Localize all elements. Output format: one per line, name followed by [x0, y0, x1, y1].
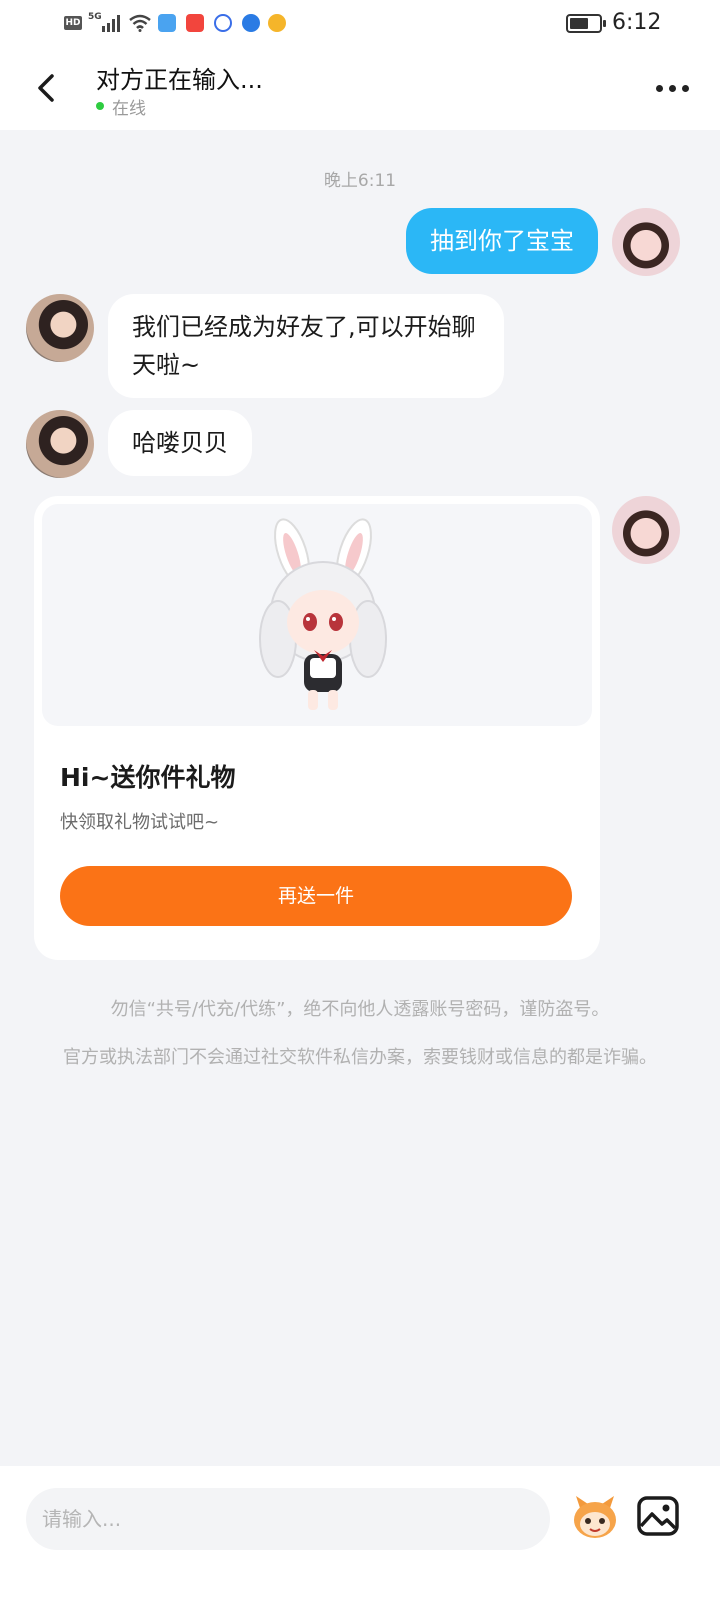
incoming-message-bubble[interactable]: 我们已经成为好友了,可以开始聊天啦~ [108, 294, 504, 398]
wifi-icon [129, 14, 151, 32]
message-text: 哈喽贝贝 [132, 429, 228, 457]
image-icon[interactable] [636, 1494, 680, 1538]
chat-header: 对方正在输入... 在线 [0, 50, 720, 130]
gift-character-illustration [259, 518, 387, 710]
message-text: 我们已经成为好友了,可以开始聊天啦~ [132, 313, 476, 379]
browser-app-icon [242, 14, 260, 32]
outgoing-message-bubble[interactable]: 抽到你了宝宝 [406, 208, 598, 274]
hd-badge: HD [64, 16, 82, 30]
signal-icon [102, 15, 120, 32]
contact-avatar[interactable] [26, 294, 94, 362]
gift-title: Hi~送你件礼物 [60, 763, 236, 792]
input-bar [0, 1466, 720, 1600]
incoming-message-bubble[interactable]: 哈喽贝贝 [108, 410, 252, 476]
status-bar: HD 5G 6:12 [0, 0, 720, 50]
message-timestamp: 晚上6:11 [323, 171, 397, 191]
gift-subtitle: 快领取礼物试试吧~ [60, 812, 220, 833]
my-avatar[interactable] [612, 496, 680, 564]
send-another-gift-button[interactable]: 再送一件 [60, 866, 572, 926]
online-dot-icon [96, 102, 104, 110]
weather-app-icon [158, 14, 176, 32]
fraud-notice: 官方或执法部门不会通过社交软件私信办案，索要钱财或信息的都是诈骗。 [63, 1047, 657, 1068]
my-avatar[interactable] [612, 208, 680, 276]
pinwheel-app-icon [268, 14, 286, 32]
battery-icon [566, 14, 606, 33]
message-text: 抽到你了宝宝 [430, 227, 574, 255]
shopping-app-icon [186, 14, 204, 32]
online-status: 在线 [112, 99, 146, 119]
gift-card[interactable]: Hi~送你件礼物 快领取礼物试试吧~ 再送一件 [34, 496, 600, 960]
chat-title: 对方正在输入... [96, 66, 263, 94]
back-arrow-icon[interactable] [28, 68, 64, 108]
baidu-app-icon [214, 14, 232, 32]
contact-avatar[interactable] [26, 410, 94, 478]
message-input[interactable] [26, 1488, 550, 1550]
security-notice: 勿信“共号/代充/代练”，绝不向他人透露账号密码，谨防盗号。 [110, 999, 610, 1020]
more-options-icon[interactable] [656, 78, 692, 98]
gift-image [42, 504, 592, 726]
mascot-emoji-icon[interactable] [570, 1494, 620, 1540]
status-time: 6:12 [612, 10, 662, 35]
